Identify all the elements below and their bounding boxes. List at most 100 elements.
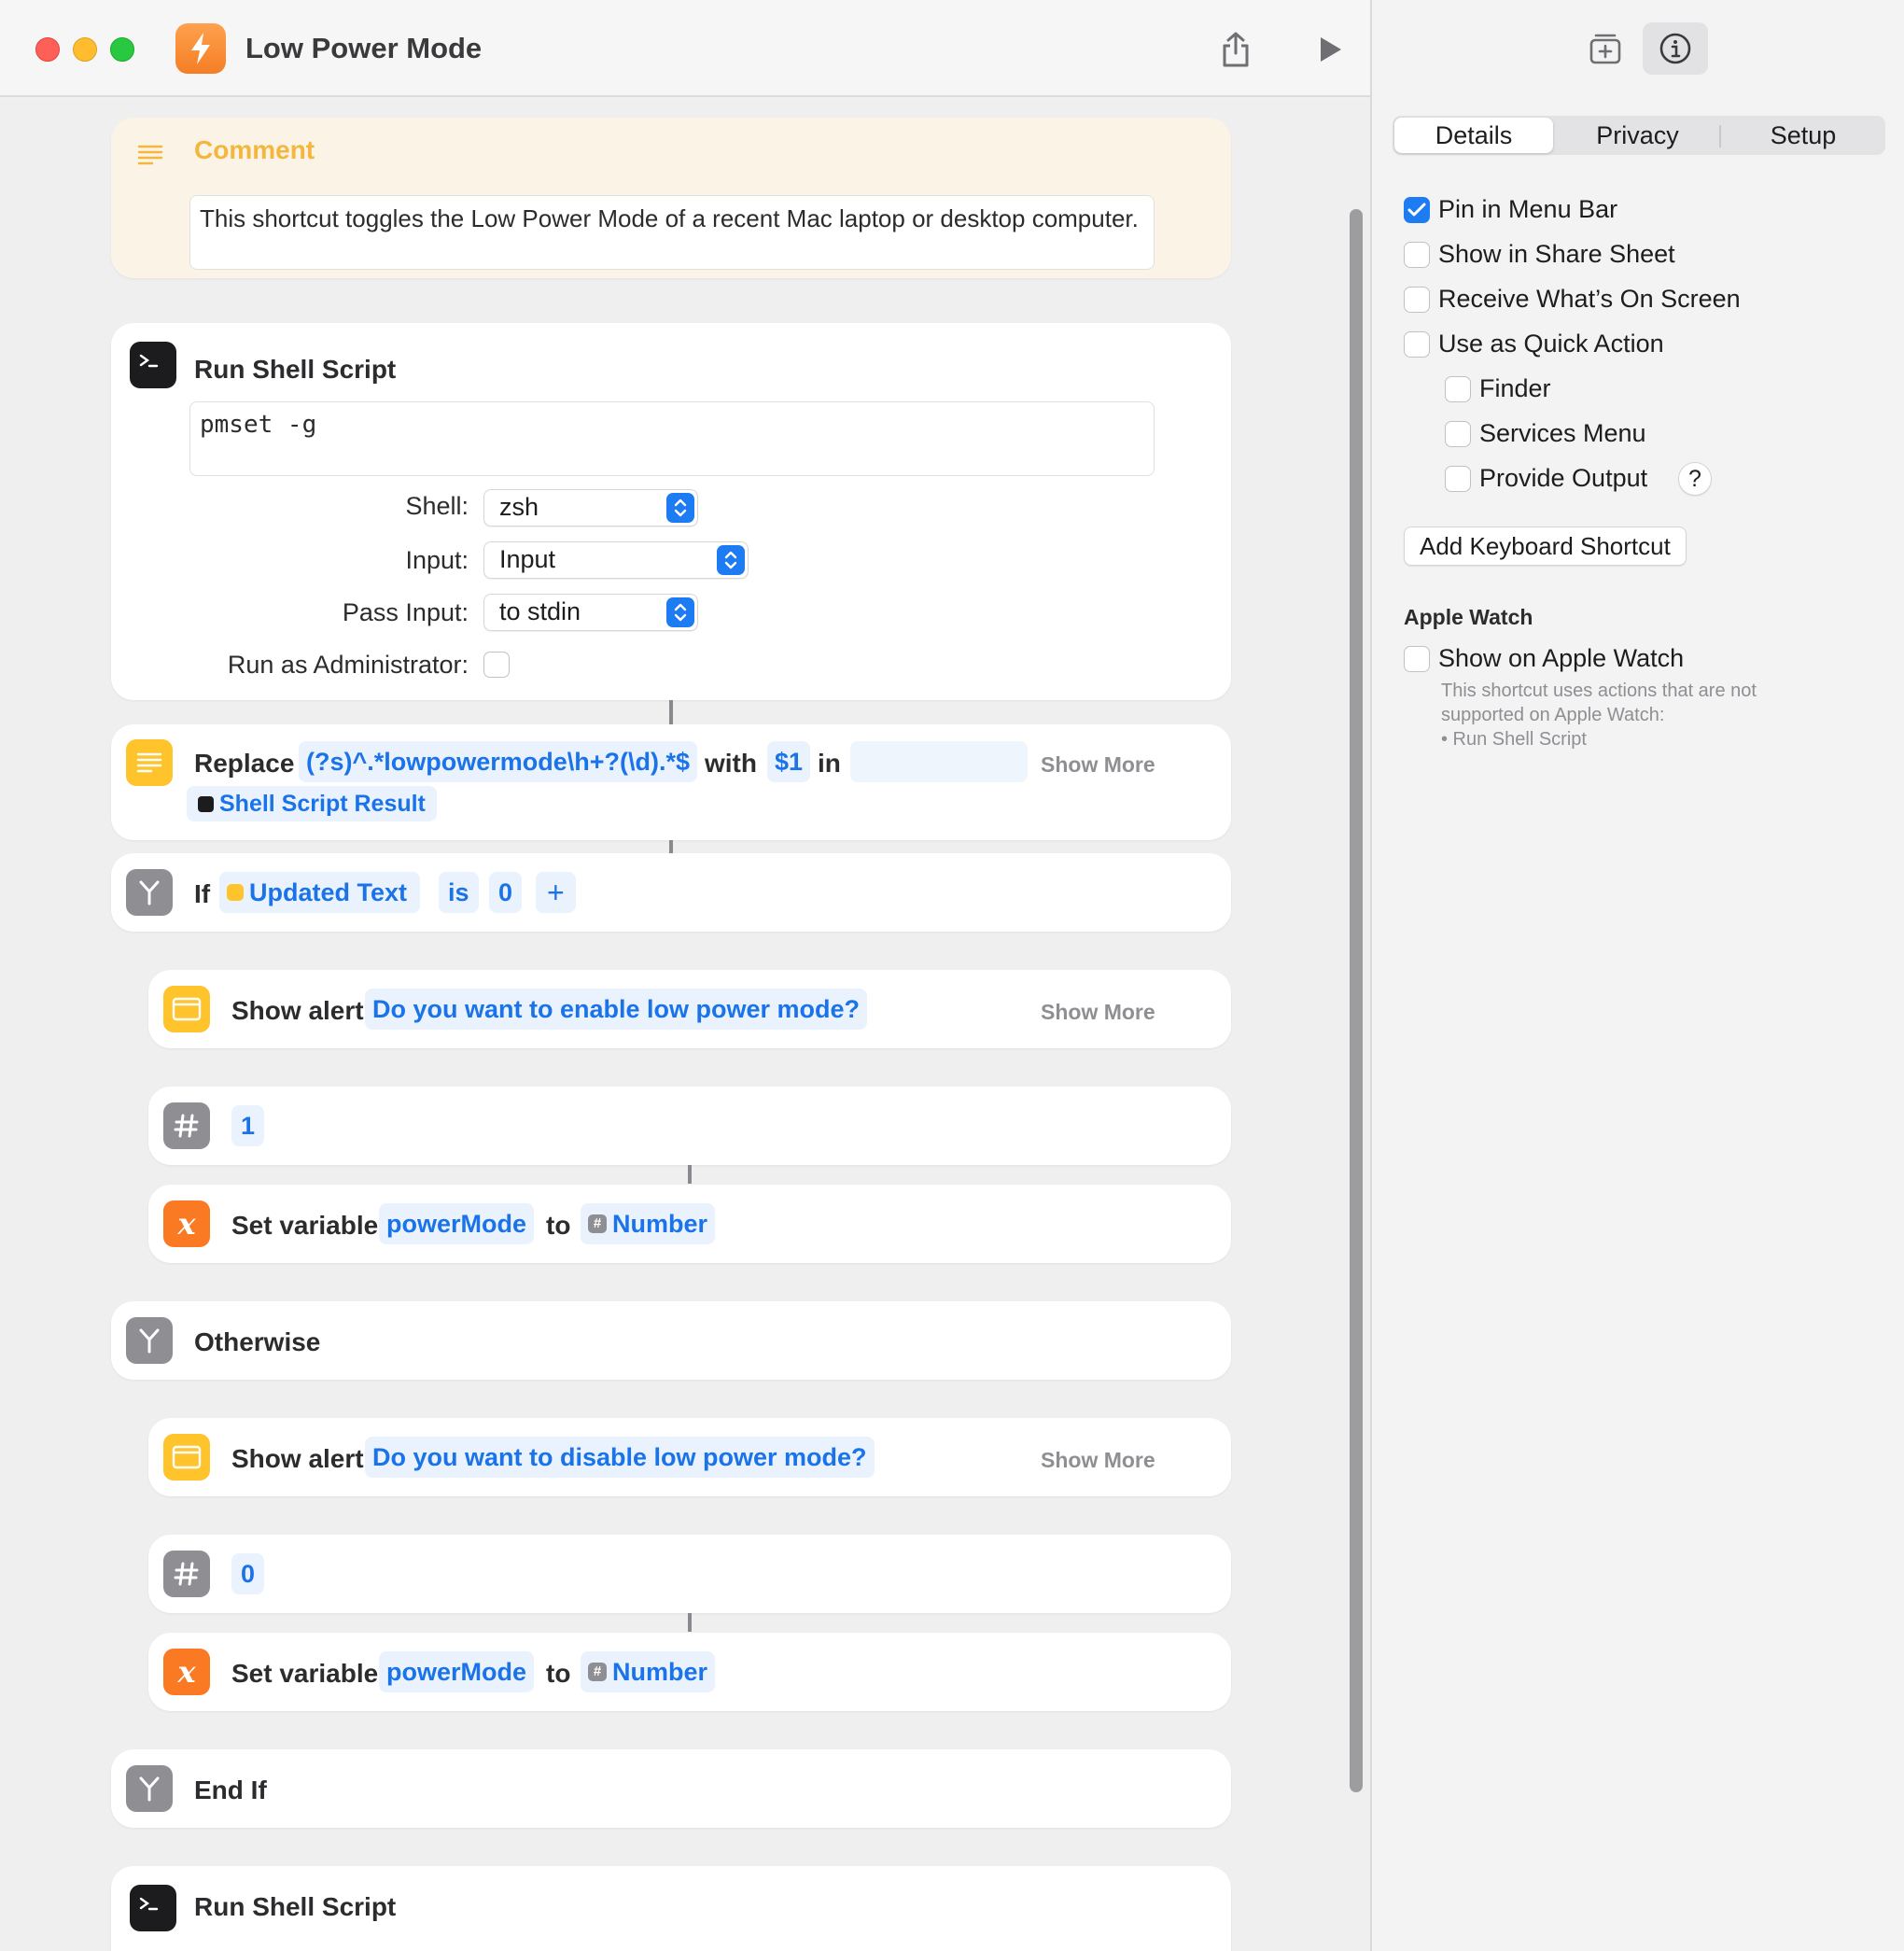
terminal-icon bbox=[130, 342, 176, 388]
chevron-updown-icon bbox=[717, 545, 745, 575]
input-value: Input bbox=[499, 545, 556, 573]
text-variable-icon bbox=[227, 884, 244, 901]
close-window-button[interactable] bbox=[35, 37, 60, 62]
chevron-updown-icon bbox=[666, 597, 694, 627]
source-variable-label: Shell Script Result bbox=[219, 791, 426, 817]
replace-label: Replace bbox=[194, 749, 295, 778]
variable-x-icon: x bbox=[163, 1200, 210, 1247]
run-as-admin-checkbox[interactable] bbox=[483, 652, 510, 678]
show-on-watch-checkbox[interactable] bbox=[1404, 646, 1430, 672]
input-popup[interactable]: Input bbox=[483, 541, 749, 579]
shortcuts-window: Low Power Mode Comment This shortcut tog… bbox=[0, 0, 1904, 1951]
shell-value: zsh bbox=[499, 493, 539, 521]
number-variable-token[interactable]: # Number bbox=[581, 1203, 716, 1244]
services-menu-checkbox[interactable] bbox=[1445, 421, 1471, 447]
variable-name-token[interactable]: powerMode bbox=[379, 1203, 535, 1244]
finder-checkbox[interactable] bbox=[1445, 376, 1471, 402]
number-action[interactable]: 1 bbox=[148, 1087, 1231, 1165]
updated-text-token[interactable]: Updated Text bbox=[219, 872, 421, 913]
play-icon[interactable] bbox=[1307, 26, 1353, 73]
services-menu-label: Services Menu bbox=[1479, 419, 1646, 447]
branch-icon bbox=[126, 1317, 173, 1364]
receive-screen-checkbox[interactable] bbox=[1404, 287, 1430, 313]
share-sheet-label: Show in Share Sheet bbox=[1438, 240, 1675, 268]
quick-action-checkbox[interactable] bbox=[1404, 331, 1430, 358]
number-sign-icon bbox=[163, 1551, 210, 1597]
connector-line bbox=[669, 700, 673, 724]
replacement-token[interactable]: $1 bbox=[767, 741, 811, 782]
branch-icon bbox=[126, 1765, 173, 1812]
input-label: Input: bbox=[405, 546, 469, 574]
number-variable-label: Number bbox=[612, 1210, 708, 1238]
condition-operator-token[interactable]: is bbox=[439, 872, 479, 913]
add-keyboard-shortcut-button[interactable]: Add Keyboard Shortcut bbox=[1404, 526, 1687, 566]
connector-line bbox=[688, 1613, 692, 1632]
end-if-action[interactable]: End If bbox=[111, 1749, 1231, 1828]
share-sheet-checkbox[interactable] bbox=[1404, 242, 1430, 268]
set-variable-action[interactable]: x Set variable powerMode to # Number bbox=[148, 1185, 1231, 1263]
tab-privacy[interactable]: Privacy bbox=[1556, 116, 1719, 155]
comment-text-field[interactable]: This shortcut toggles the Low Power Mode… bbox=[189, 195, 1155, 270]
pass-input-value: to stdin bbox=[499, 597, 581, 625]
connector-line bbox=[688, 1165, 692, 1184]
chevron-updown-icon bbox=[666, 493, 694, 523]
show-alert-action[interactable]: Show alert Do you want to disable low po… bbox=[148, 1418, 1231, 1496]
number-action[interactable]: 0 bbox=[148, 1535, 1231, 1613]
if-action[interactable]: If Updated Text is 0 + bbox=[111, 853, 1231, 932]
otherwise-action[interactable]: Otherwise bbox=[111, 1301, 1231, 1380]
tab-setup[interactable]: Setup bbox=[1721, 116, 1885, 155]
number-value-token[interactable]: 1 bbox=[231, 1105, 265, 1146]
tab-details[interactable]: Details bbox=[1394, 118, 1553, 153]
shell-script-result-token[interactable]: Shell Script Result bbox=[187, 786, 437, 821]
zoom-window-button[interactable] bbox=[110, 37, 134, 62]
number-sign-icon: # bbox=[588, 1214, 607, 1233]
number-sign-icon: # bbox=[588, 1663, 607, 1681]
variable-name-token[interactable]: powerMode bbox=[379, 1651, 535, 1692]
apple-watch-heading: Apple Watch bbox=[1404, 605, 1533, 629]
show-alert-action[interactable]: Show alert Do you want to enable low pow… bbox=[148, 970, 1231, 1048]
action-title: Run Shell Script bbox=[194, 355, 397, 384]
finder-label: Finder bbox=[1479, 374, 1551, 402]
pass-input-popup[interactable]: to stdin bbox=[483, 594, 698, 631]
editor-scrollbar[interactable] bbox=[1350, 209, 1363, 1792]
alert-window-icon bbox=[163, 1434, 210, 1481]
watch-note-line: supported on Apple Watch: bbox=[1441, 705, 1665, 725]
condition-value-token[interactable]: 0 bbox=[489, 872, 523, 913]
run-shell-script-action[interactable]: Run Shell Script bbox=[111, 1866, 1231, 1951]
quick-action-label: Use as Quick Action bbox=[1438, 330, 1664, 358]
replace-text-action[interactable]: Replace (?s)^.*lowpowermode\h+?(\d).*$ w… bbox=[111, 724, 1231, 840]
branch-icon bbox=[126, 869, 173, 916]
condition-variable-label: Updated Text bbox=[249, 878, 408, 906]
add-condition-button[interactable]: + bbox=[536, 872, 576, 913]
info-icon[interactable] bbox=[1643, 22, 1708, 75]
show-more-button[interactable]: Show More bbox=[1041, 752, 1155, 778]
alert-message-token[interactable]: Do you want to enable low power mode? bbox=[365, 989, 868, 1030]
run-shell-script-action[interactable]: Run Shell Script pmset -g Shell: zsh Inp… bbox=[111, 323, 1231, 700]
run-as-admin-label: Run as Administrator: bbox=[227, 651, 469, 679]
share-icon[interactable] bbox=[1212, 26, 1259, 73]
sidebar-tabs: Details Privacy Setup bbox=[1393, 116, 1885, 155]
empty-parameter-field[interactable] bbox=[850, 741, 1028, 782]
number-variable-token[interactable]: # Number bbox=[581, 1651, 716, 1692]
script-editor[interactable]: pmset -g bbox=[189, 401, 1155, 476]
watch-note-line: This shortcut uses actions that are not bbox=[1441, 681, 1757, 701]
provide-output-checkbox[interactable] bbox=[1445, 466, 1471, 492]
text-lines-icon bbox=[137, 144, 163, 171]
minimize-window-button[interactable] bbox=[73, 37, 97, 62]
terminal-icon bbox=[130, 1885, 176, 1931]
show-more-button[interactable]: Show More bbox=[1041, 1448, 1155, 1473]
alert-message-token[interactable]: Do you want to disable low power mode? bbox=[365, 1437, 875, 1478]
shell-popup[interactable]: zsh bbox=[483, 489, 698, 526]
set-variable-action[interactable]: x Set variable powerMode to # Number bbox=[148, 1633, 1231, 1711]
show-more-button[interactable]: Show More bbox=[1041, 1000, 1155, 1025]
add-action-icon[interactable] bbox=[1573, 22, 1638, 75]
regex-pattern-token[interactable]: (?s)^.*lowpowermode\h+?(\d).*$ bbox=[299, 741, 698, 782]
pin-menu-bar-checkbox[interactable] bbox=[1404, 197, 1430, 223]
pin-menu-bar-label: Pin in Menu Bar bbox=[1438, 195, 1618, 223]
comment-title: Comment bbox=[194, 135, 315, 164]
end-if-label: End If bbox=[194, 1776, 267, 1804]
number-value-token[interactable]: 0 bbox=[231, 1553, 265, 1594]
help-button[interactable]: ? bbox=[1678, 462, 1712, 496]
comment-action[interactable]: Comment This shortcut toggles the Low Po… bbox=[111, 118, 1231, 278]
otherwise-label: Otherwise bbox=[194, 1327, 321, 1356]
